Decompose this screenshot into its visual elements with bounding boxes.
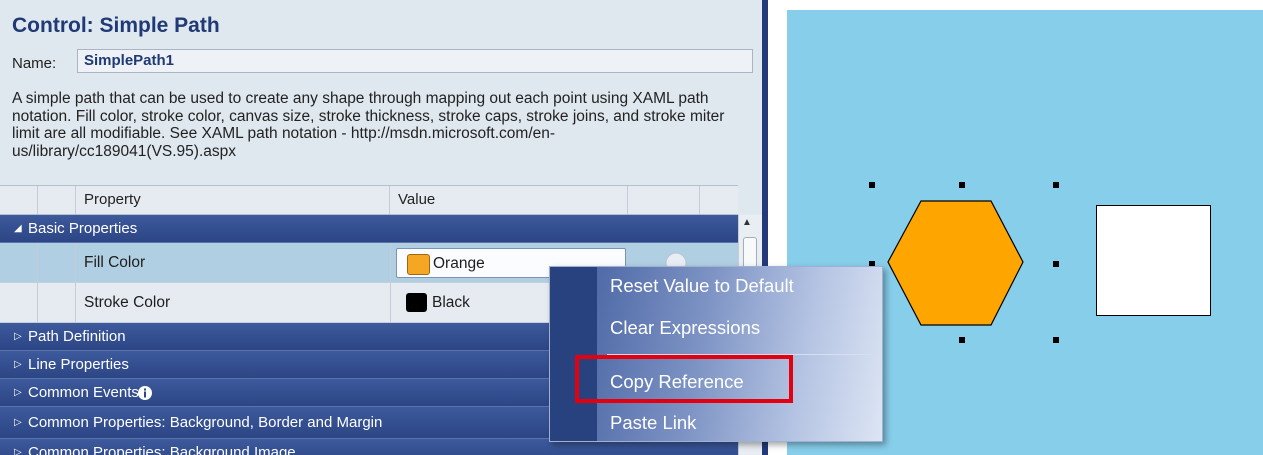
menu-item-paste-link[interactable]: Paste Link [610,412,696,434]
resize-handle[interactable] [959,182,965,188]
grid-header: Property Value [0,185,738,215]
resize-handle[interactable] [869,182,875,188]
group-label: Common Properties: Background, Border an… [28,414,383,431]
context-menu: Reset Value to Default Clear Expressions… [549,266,883,442]
header-spacer [628,186,700,214]
white-rectangle-shape[interactable] [1096,205,1211,316]
simple-path-hexagon[interactable] [886,199,1026,329]
row-gutter [38,243,76,282]
name-field[interactable]: SimplePath1 [77,49,753,73]
name-label: Name: [12,55,57,72]
control-description: A simple path that can be used to create… [12,90,725,160]
resize-handle[interactable] [1053,337,1059,343]
expand-triangle-icon: ▷ [14,359,22,370]
fill-color-value: Orange [433,255,485,272]
expand-triangle-icon: ▷ [14,447,22,455]
value-column-header[interactable]: Value [390,186,628,214]
black-swatch-icon [406,293,427,312]
orange-swatch-icon [407,254,430,275]
menu-item-clear-expressions[interactable]: Clear Expressions [610,317,760,339]
scroll-up-arrow-icon[interactable]: ▲ [742,217,752,228]
resize-handle[interactable] [1053,182,1059,188]
group-label: Common Properties: Background Image [28,444,296,455]
resize-handle[interactable] [959,337,965,343]
highlight-annotation-box [575,355,793,403]
property-name: Stroke Color [84,294,171,311]
header-spacer [700,186,738,214]
info-icon[interactable] [137,385,153,401]
group-label: Line Properties [28,356,129,373]
group-label: Path Definition [28,328,126,345]
cell-divider [390,243,391,282]
property-name: Fill Color [84,254,146,271]
group-label: Basic Properties [28,220,138,237]
cell-divider [390,283,391,322]
row-gutter [0,243,38,282]
row-gutter [38,283,76,322]
row-gutter [0,283,38,322]
header-spacer [38,186,76,214]
collapse-triangle-icon: ◢ [14,223,22,234]
menu-gutter [550,267,597,441]
expand-triangle-icon: ▷ [14,331,22,342]
expand-triangle-icon: ▷ [14,387,22,398]
expand-triangle-icon: ▷ [14,417,22,428]
group-basic-properties[interactable]: ◢ Basic Properties [0,215,738,243]
property-column-header[interactable]: Property [76,186,390,214]
group-label: Common Events [28,384,139,401]
resize-handle[interactable] [1053,261,1059,267]
header-spacer [0,186,38,214]
menu-item-reset-value[interactable]: Reset Value to Default [610,275,794,297]
panel-title: Control: Simple Path [12,14,220,37]
stroke-color-value[interactable]: Black [432,294,470,312]
